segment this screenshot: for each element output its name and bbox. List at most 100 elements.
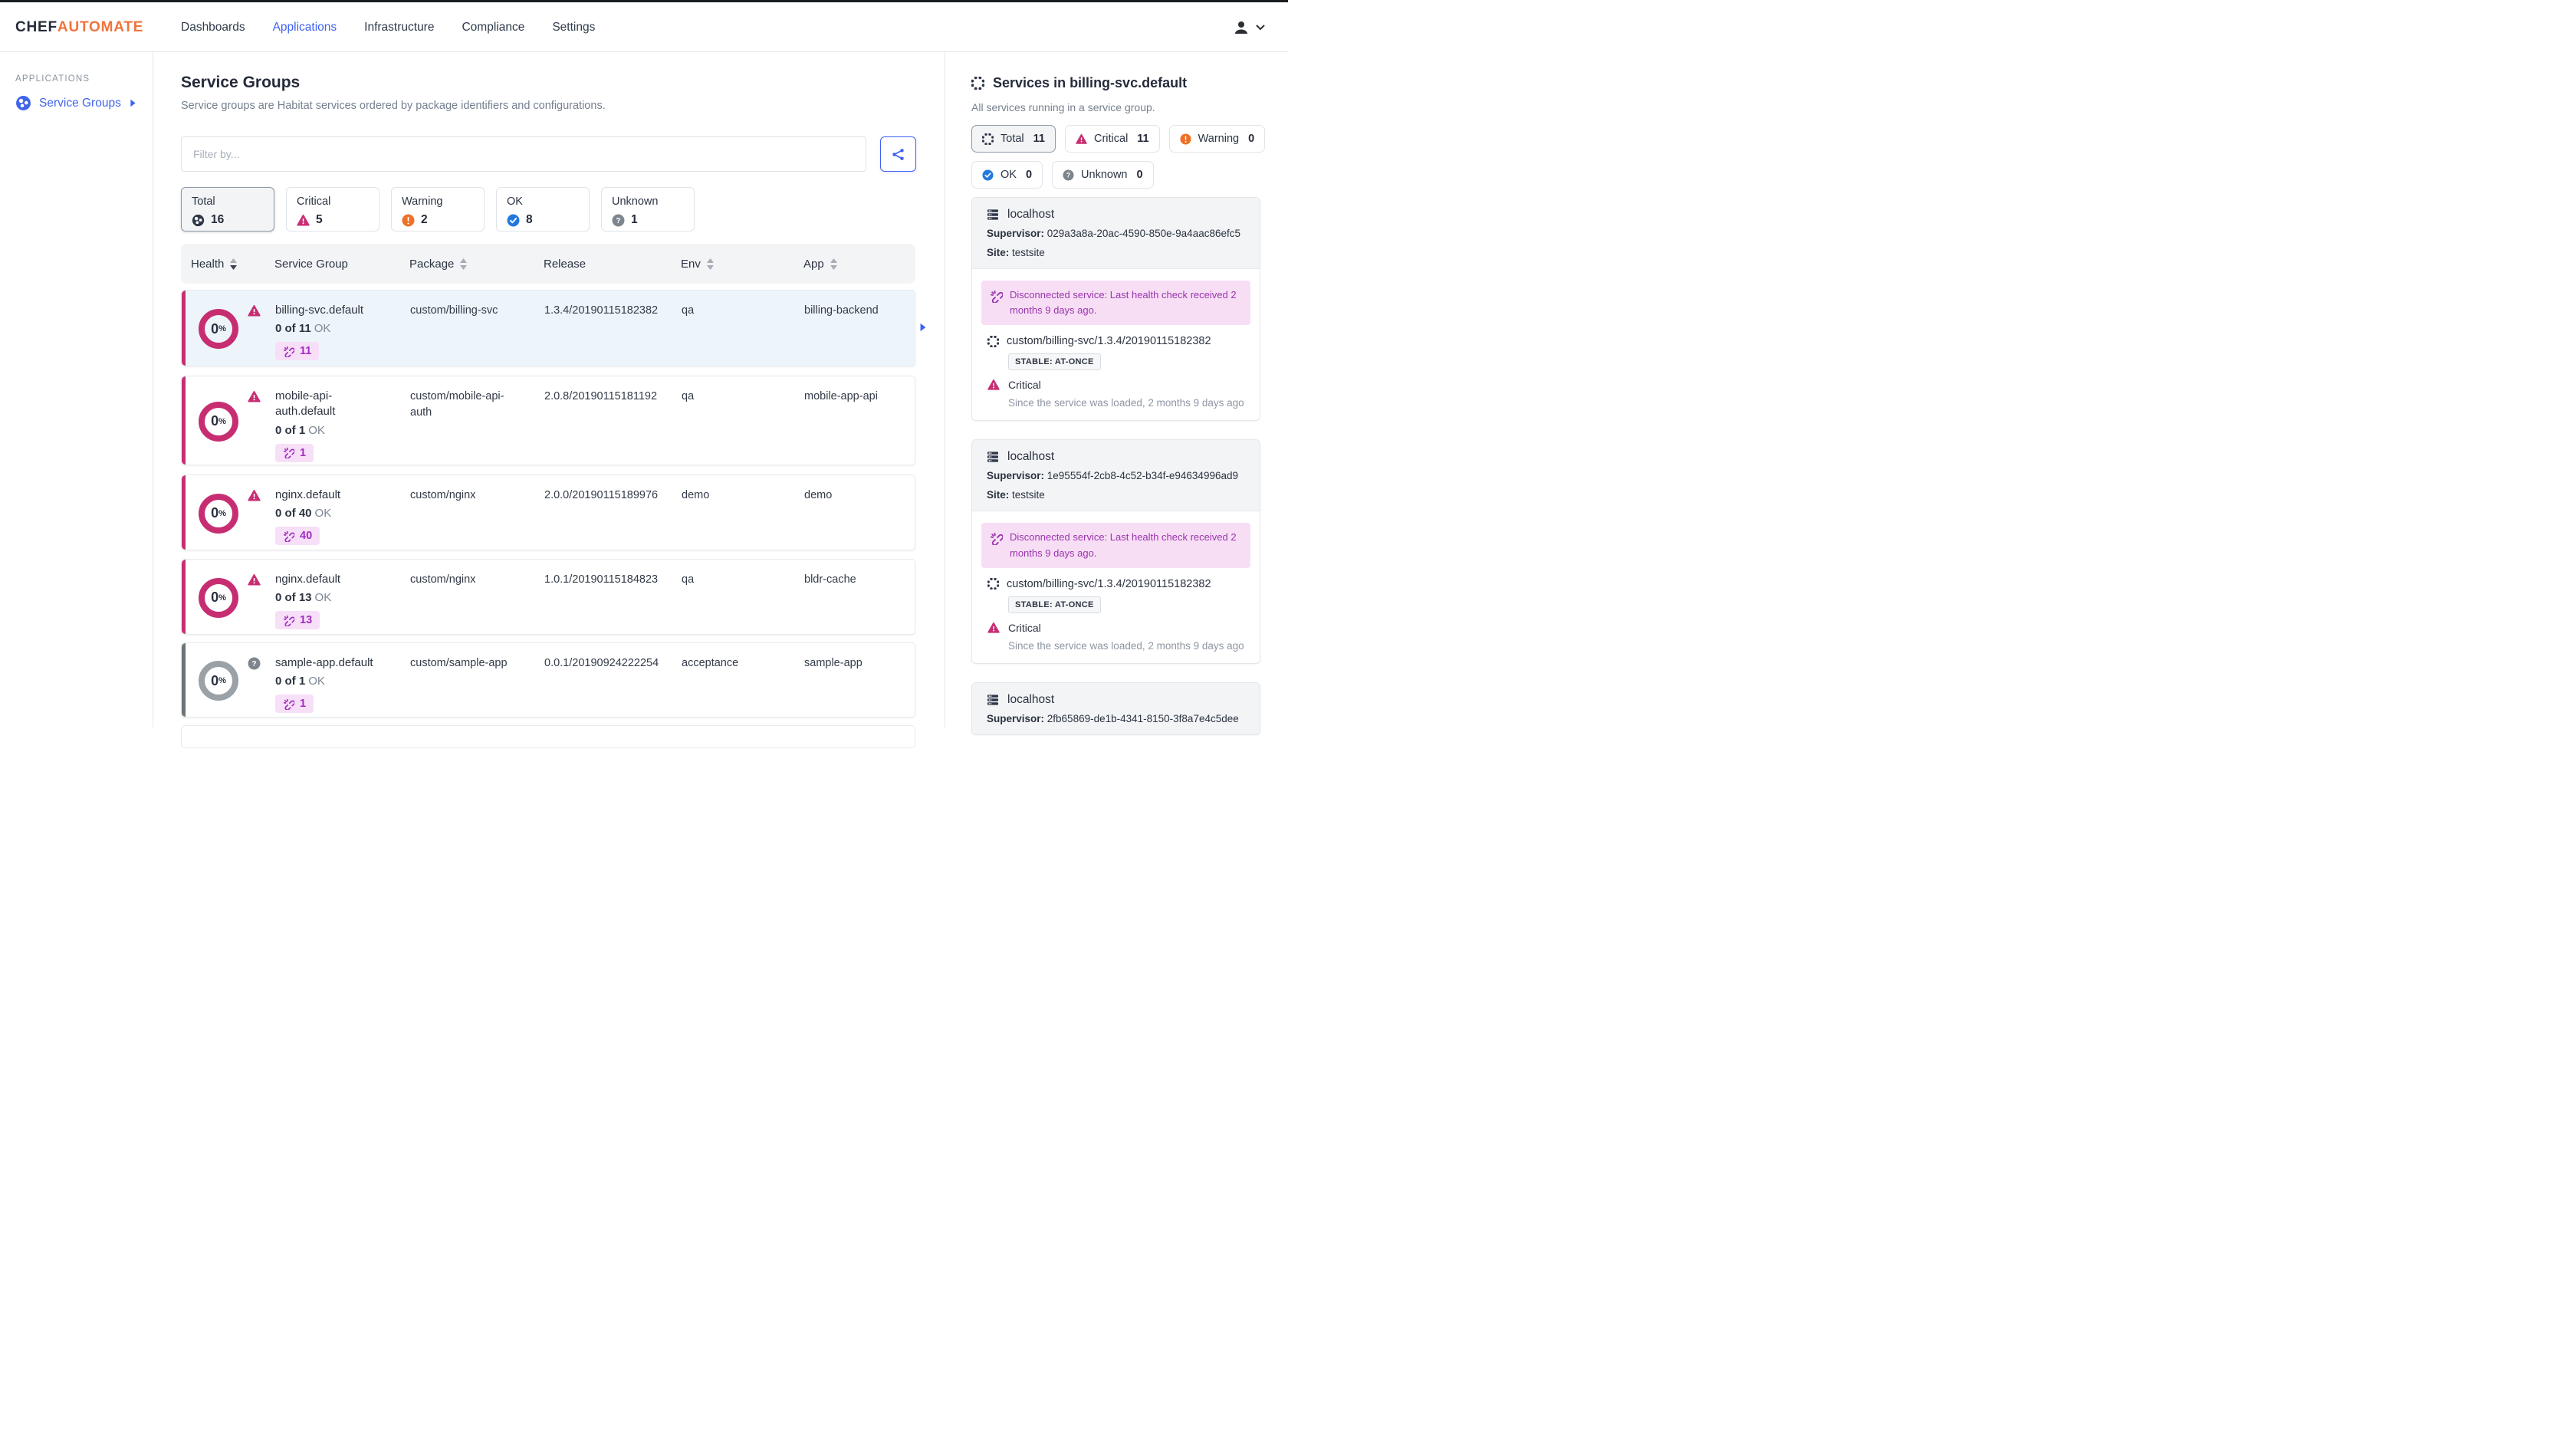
status-filter-count: 1 bbox=[631, 213, 638, 226]
health-percentage: 0 bbox=[211, 320, 219, 337]
service-group-row[interactable]: 0% mobile-api-auth.default 0 of 1 OK 1 cu… bbox=[181, 376, 915, 465]
nav-item-applications[interactable]: Applications bbox=[273, 21, 337, 34]
ok-icon bbox=[507, 214, 520, 227]
supervisor-line: Supervisor: 029a3a8a-20ac-4590-850e-9a4a… bbox=[987, 228, 1240, 239]
supervisor-line: Supervisor: 1e95554f-2cb8-4c52-b34f-e946… bbox=[987, 470, 1238, 482]
share-icon bbox=[892, 148, 905, 161]
status-filter-count: 8 bbox=[526, 213, 533, 226]
health-accent-bar bbox=[182, 291, 186, 366]
service-group-name: sample-app.default bbox=[275, 656, 373, 669]
health-accent-bar bbox=[182, 560, 186, 634]
svg-text:?: ? bbox=[251, 660, 256, 668]
status-filter-ok[interactable]: OK 8 bbox=[496, 187, 590, 232]
column-header-service-group: Service Group bbox=[274, 244, 348, 284]
column-header-package[interactable]: Package bbox=[409, 244, 468, 284]
pill-count: 11 bbox=[1137, 133, 1149, 145]
warning-icon bbox=[1180, 133, 1191, 145]
service-group-cell: sample-app.default 0 of 1 OK 1 bbox=[275, 655, 390, 714]
channel-chip: STABLE: AT-ONCE bbox=[1008, 596, 1101, 613]
services-dots-icon bbox=[971, 77, 984, 90]
release-cell: 2.0.8/20190115181192 bbox=[544, 390, 658, 402]
column-header-env[interactable]: Env bbox=[681, 244, 714, 284]
column-header-health[interactable]: Health bbox=[191, 244, 238, 284]
status-line: Critical bbox=[987, 379, 1250, 391]
share-filter-button[interactable] bbox=[880, 136, 916, 172]
service-card: localhost Supervisor: 2fb65869-de1b-4341… bbox=[971, 682, 1260, 736]
panel-status-pill-warning[interactable]: Warning 0 bbox=[1168, 125, 1266, 153]
status-filter-label: Total bbox=[192, 195, 215, 208]
ok-icon bbox=[982, 169, 994, 181]
percent-sign: % bbox=[219, 593, 226, 603]
status-filter-critical[interactable]: Critical 5 bbox=[286, 187, 380, 232]
service-group-row[interactable]: 0% nginx.default 0 of 40 OK 40 custom/ngi… bbox=[181, 475, 915, 550]
sort-icons bbox=[460, 258, 468, 270]
package-dots-icon bbox=[987, 335, 999, 347]
broken-link-icon bbox=[283, 346, 294, 357]
service-group-cell: nginx.default 0 of 40 OK 40 bbox=[275, 488, 390, 546]
health-donut: 0% bbox=[199, 577, 238, 618]
package-cell: custom/nginx bbox=[410, 573, 476, 586]
panel-status-pill-ok[interactable]: OK 0 bbox=[971, 161, 1043, 189]
supervisor-line: Supervisor: 2fb65869-de1b-4341-8150-3f8a… bbox=[987, 712, 1239, 724]
panel-status-pill-critical[interactable]: Critical 11 bbox=[1064, 125, 1160, 153]
disconnected-count-badge[interactable]: 11 bbox=[275, 342, 320, 361]
total-icon bbox=[982, 133, 994, 145]
service-group-row[interactable]: 0% billing-svc.default 0 of 11 OK 11 cust… bbox=[181, 290, 926, 366]
percent-sign: % bbox=[219, 676, 226, 685]
sidebar-item-service-groups[interactable]: Service Groups bbox=[15, 95, 137, 111]
critical-triangle-icon bbox=[987, 379, 1000, 391]
pill-label: Unknown bbox=[1081, 169, 1128, 181]
chef-automate-logo[interactable]: CHEF AUTOMATE bbox=[15, 2, 143, 52]
status-filter-total[interactable]: Total 16 bbox=[181, 187, 274, 232]
package-cell: custom/mobile-api-auth bbox=[410, 390, 504, 419]
status-line: Critical bbox=[987, 622, 1250, 634]
package-cell: custom/billing-svc bbox=[410, 304, 498, 317]
user-menu[interactable] bbox=[1232, 2, 1265, 52]
disconnected-count-badge[interactable]: 13 bbox=[275, 611, 320, 630]
panel-status-pill-total[interactable]: Total 11 bbox=[971, 125, 1056, 153]
status-filter-unknown[interactable]: Unknown ? 1 bbox=[601, 187, 695, 232]
nav-item-infrastructure[interactable]: Infrastructure bbox=[364, 21, 434, 34]
since-text: Since the service was loaded, 2 months 9… bbox=[1008, 397, 1244, 409]
service-card-body: Disconnected service: Last health check … bbox=[972, 511, 1260, 662]
app-cell: billing-backend bbox=[804, 304, 879, 317]
disconnected-count-badge[interactable]: 40 bbox=[275, 527, 320, 546]
broken-link-icon bbox=[990, 287, 1003, 304]
table-header: Health Service Group Package Release Env App bbox=[181, 244, 915, 284]
column-header-app[interactable]: App bbox=[803, 244, 837, 284]
status-filter-warning[interactable]: Warning 2 bbox=[391, 187, 485, 232]
app-cell: bldr-cache bbox=[804, 573, 856, 586]
app-cell: sample-app bbox=[804, 657, 863, 669]
service-group-row[interactable]: 0% nginx.default 0 of 13 OK 13 custom/ngi… bbox=[181, 559, 915, 635]
sort-icons bbox=[706, 258, 714, 270]
panel-status-pill-unknown[interactable]: ? Unknown 0 bbox=[1052, 161, 1154, 189]
status-filter-count: 2 bbox=[421, 213, 428, 226]
site-line: Site: testsite bbox=[987, 488, 1045, 501]
nav-item-settings[interactable]: Settings bbox=[552, 21, 595, 34]
service-card: localhost Supervisor: 029a3a8a-20ac-4590… bbox=[971, 197, 1260, 422]
env-cell: qa bbox=[682, 304, 695, 317]
critical-triangle-icon bbox=[248, 390, 261, 403]
service-group-row-partial[interactable] bbox=[181, 725, 915, 748]
health-donut: 0% bbox=[199, 661, 238, 701]
nav-item-dashboards[interactable]: Dashboards bbox=[181, 21, 245, 34]
disconnected-count-badge[interactable]: 1 bbox=[275, 443, 314, 462]
column-label: Release bbox=[544, 257, 586, 271]
pill-count: 0 bbox=[1248, 133, 1255, 145]
service-card-header: localhost Supervisor: 029a3a8a-20ac-4590… bbox=[972, 198, 1260, 269]
open-detail-arrow-icon[interactable] bbox=[918, 323, 928, 332]
filter-input[interactable] bbox=[181, 136, 866, 172]
status-filter-label: OK bbox=[507, 195, 523, 208]
host-name: localhost bbox=[1007, 208, 1055, 221]
pill-count: 0 bbox=[1136, 169, 1143, 181]
chevron-down-icon bbox=[1256, 23, 1265, 32]
status-text: Critical bbox=[1008, 621, 1041, 634]
sidebar: APPLICATIONS Service Groups bbox=[0, 52, 153, 728]
column-label: Env bbox=[681, 257, 701, 271]
ok-count: 0 of 1 OK bbox=[275, 423, 325, 437]
critical-triangle-icon bbox=[248, 573, 261, 586]
disconnected-count-badge[interactable]: 1 bbox=[275, 695, 314, 714]
service-group-row[interactable]: 0% ? sample-app.default 0 of 1 OK 1 custo… bbox=[181, 642, 915, 718]
ok-count: 0 of 40 OK bbox=[275, 507, 332, 521]
nav-item-compliance[interactable]: Compliance bbox=[462, 21, 524, 34]
